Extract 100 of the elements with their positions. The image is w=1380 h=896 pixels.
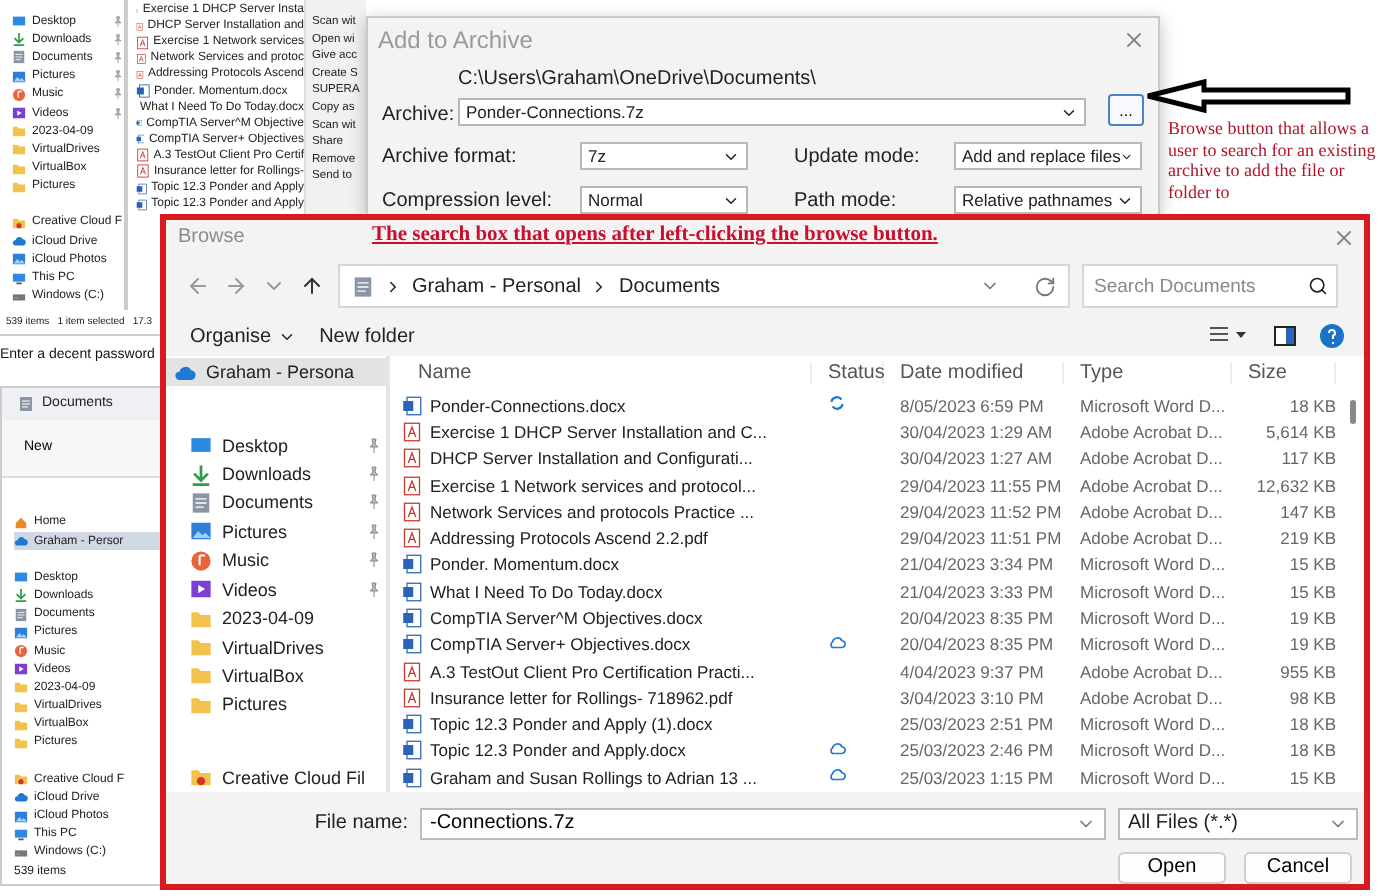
document-icon	[190, 491, 212, 514]
refresh-icon	[1034, 275, 1056, 298]
file-name[interactable]: DHCP Server Installation and Configurati...	[402, 448, 812, 469]
computer-icon	[12, 271, 26, 286]
nav-item[interactable]: Music	[166, 546, 386, 576]
document-icon	[12, 50, 26, 65]
nav-item[interactable]: Creative Cloud Fil	[166, 763, 386, 793]
cancel-button[interactable]: Cancel	[1244, 851, 1352, 884]
cloud-icon	[14, 534, 28, 549]
music-icon	[12, 87, 26, 102]
date-cell-text: 21/04/2023 3:33 PM	[898, 581, 1056, 602]
back-icon	[186, 274, 210, 299]
column-header[interactable]: Type	[1064, 362, 1232, 385]
search-field[interactable]: Search Documents	[1082, 264, 1338, 309]
pdf-icon	[402, 421, 422, 442]
pin-icon	[112, 33, 124, 46]
nav-item[interactable]: Pictures	[166, 517, 386, 547]
file-name[interactable]: Exercise 1 Network services and protocol...	[402, 475, 812, 496]
close-icon	[1122, 27, 1146, 51]
file-name[interactable]: CompTIA Server^M Objectives.docx	[402, 608, 812, 628]
column-header[interactable]: Date modified	[884, 362, 1064, 385]
pdf-icon	[402, 448, 422, 469]
breadcrumb-item[interactable]: Graham - Personal	[412, 275, 581, 298]
download-icon	[12, 32, 26, 47]
archive-name-combo[interactable]: Ponder-Connections.7z	[458, 98, 1086, 126]
pin-icon	[366, 437, 382, 454]
browse-button[interactable]: ...	[1108, 94, 1144, 126]
open-button[interactable]: Open	[1118, 851, 1226, 884]
nav-item[interactable]: Graham - Persona	[166, 357, 386, 387]
nav-item[interactable]: Pictures	[166, 690, 386, 720]
file-name[interactable]: What I Need To Do Today.docx	[402, 581, 812, 602]
folder-icon	[190, 766, 212, 789]
pin-icon	[112, 15, 124, 28]
size-cell-text: 219 KB	[1278, 528, 1336, 549]
size-cell-text: 5,614 KB	[1264, 421, 1336, 442]
field-label: Archive format:	[382, 145, 519, 167]
download-icon	[190, 463, 212, 486]
type-cell-text: Adobe Acrobat D...	[1078, 421, 1225, 442]
file-name-field[interactable]: -Connections.7z	[420, 807, 1106, 840]
address-bar[interactable]: Graham - Personal Documents	[338, 264, 1070, 309]
annotation-heading: The search box that opens after left-clicking the browse button.	[372, 222, 940, 250]
folder-icon	[190, 636, 212, 659]
option-dropdown[interactable]: 7z	[580, 142, 748, 170]
nav-item[interactable]: Downloads	[166, 459, 386, 489]
dialog-title: Browse	[178, 226, 245, 249]
field-label: Archive:	[382, 104, 457, 126]
file-name[interactable]: A.3 TestOut Client Pro Certification Practi...	[402, 661, 812, 682]
nav-item[interactable]: 2023-04-09	[166, 603, 386, 633]
type-cell-text: Adobe Acrobat D...	[1078, 501, 1225, 522]
folder-icon	[190, 607, 212, 630]
nav-item[interactable]: VirtualBox	[166, 661, 386, 691]
file-name[interactable]: Network Services and protocols Practice ...	[402, 501, 812, 522]
option-dropdown[interactable]: Normal	[580, 186, 748, 214]
organise-button[interactable]: Organise	[190, 325, 296, 348]
video-icon	[12, 106, 26, 121]
new-folder-button[interactable]: New folder	[319, 325, 415, 348]
file-name[interactable]: CompTIA Server+ Objectives.docx	[402, 634, 812, 655]
breadcrumb-item[interactable]: Documents	[618, 275, 721, 298]
type-cell-text: Microsoft Word D...	[1078, 608, 1228, 628]
pin-icon	[366, 581, 382, 598]
folder-icon	[12, 215, 26, 230]
nav-item[interactable]: Videos	[166, 575, 386, 604]
file-name[interactable]: Topic 12.3 Ponder and Apply (1).docx	[402, 714, 812, 735]
picture-icon	[12, 252, 26, 267]
date-cell-text: 25/03/2023 2:51 PM	[898, 714, 1056, 735]
nav-item[interactable]: Desktop	[166, 430, 386, 460]
nav-item[interactable]: Documents	[166, 488, 386, 518]
file-name[interactable]: Graham and Susan Rollings to Adrian 13 ...	[402, 767, 812, 788]
type-cell-text: Microsoft Word D...	[1078, 740, 1228, 761]
file-name[interactable]: Ponder-Connections.docx	[402, 395, 812, 416]
column-header[interactable]: Size	[1232, 362, 1336, 385]
file-name[interactable]: Exercise 1 DHCP Server Installation and C...	[402, 421, 812, 442]
cloud-icon	[828, 633, 846, 652]
type-cell-text: Microsoft Word D...	[1078, 395, 1228, 416]
music-icon	[190, 549, 212, 572]
up-icon	[300, 274, 324, 299]
file-name[interactable]: Addressing Protocols Ascend 2.2.pdf	[402, 528, 812, 549]
option-dropdown[interactable]: Add and replace files	[954, 142, 1142, 170]
picture-icon	[190, 520, 212, 543]
column-header[interactable]: Name	[402, 362, 812, 385]
scrollbar-thumb[interactable]	[1350, 399, 1356, 424]
archive-path: C:\Users\Graham\OneDrive\Documents\	[458, 68, 818, 90]
annotation-note: Browse button that allows a user to search for an existing archive to add the file or folder to	[1168, 118, 1378, 202]
option-dropdown[interactable]: Relative pathnames	[954, 186, 1142, 214]
cloud-icon	[14, 790, 28, 805]
size-cell-text: 955 KB	[1278, 661, 1336, 682]
file-name[interactable]: Insurance letter for Rollings- 718962.pdf	[402, 687, 812, 708]
type-cell-text: Microsoft Word D...	[1078, 767, 1228, 788]
date-cell-text: 30/04/2023 1:29 AM	[898, 421, 1055, 442]
file-name[interactable]: Topic 12.3 Ponder and Apply.docx	[402, 740, 812, 761]
type-cell-text: Adobe Acrobat D...	[1078, 661, 1225, 682]
column-header[interactable]: Status	[812, 362, 884, 385]
picture-icon	[14, 809, 28, 824]
preview-pane-icon	[1274, 326, 1296, 347]
nav-item[interactable]: VirtualDrives	[166, 632, 386, 662]
computer-icon	[14, 827, 28, 842]
size-cell-text: 18 KB	[1287, 740, 1336, 761]
file-type-dropdown[interactable]: All Files (*.*)	[1118, 807, 1358, 840]
file-name[interactable]: Ponder. Momentum.docx	[402, 554, 812, 575]
document-icon	[14, 607, 28, 622]
